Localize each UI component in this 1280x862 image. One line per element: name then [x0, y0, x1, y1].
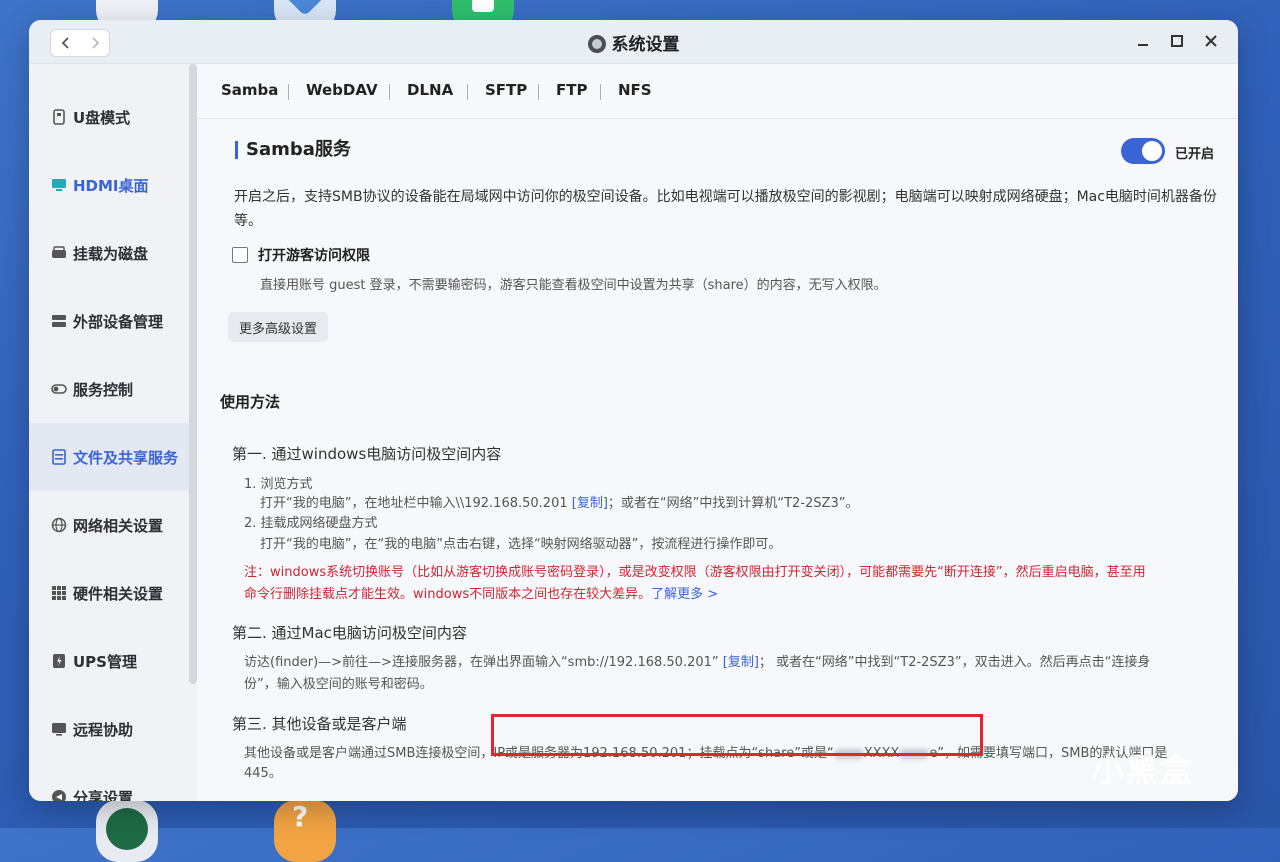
step1-a-text: 打开“我的电脑”，在地址栏中输入\\192.168.50.201 [复制]；或者… [260, 492, 858, 511]
learn-more-link[interactable]: 了解更多 > [651, 587, 718, 602]
sidebar-scrollbar[interactable] [189, 64, 197, 684]
toggle-knob [1142, 141, 1162, 161]
sidebar-item-ups[interactable]: UPS管理 [29, 627, 189, 695]
sidebar-item-label: 外部设备管理 [73, 312, 164, 331]
tab-divider [389, 84, 390, 100]
toggle-status-label: 已开启 [1175, 147, 1215, 162]
sidebar: U盘模式 HDMI桌面 挂载为磁盘 外部设备管理 服务控制 文件及共享服务 网络… [29, 64, 197, 801]
sidebar-item-remote-assist[interactable]: 远程协助 [29, 695, 189, 763]
main-content: Samba服务 已开启 开启之后，支持SMB协议的设备能在局域网中访问你的极空间… [197, 119, 1238, 801]
globe-icon [51, 517, 67, 533]
step1-a-title: 1. 浏览方式 [244, 477, 313, 492]
sidebar-item-label: 挂载为磁盘 [73, 244, 149, 263]
device-icon [52, 315, 66, 327]
sidebar-item-hardware[interactable]: 硬件相关设置 [29, 559, 189, 627]
minimize-button[interactable] [1134, 32, 1152, 50]
guest-access-checkbox[interactable] [232, 247, 248, 263]
sidebar-item-label: 网络相关设置 [73, 516, 164, 535]
grid-icon [52, 586, 66, 600]
step1-a-text-pre: 打开“我的电脑”，在地址栏中输入\\192.168.50.201 [260, 496, 572, 511]
copy-link[interactable]: [复制] [723, 655, 759, 670]
minimize-icon [1138, 44, 1148, 46]
step1-b-title: 2. 挂载成网络硬盘方式 [244, 516, 378, 531]
warning-line-2-text: 命令行删除挂载点才能生效。windows不同版本之间也存在较大差异。 [244, 587, 652, 602]
warning-note: 注：windows系统切换账号（比如从游客切换成账号密码登录），或是改变权限（游… [244, 562, 1224, 606]
samba-description: 开启之后，支持SMB协议的设备能在局域网中访问你的极空间设备。比如电视端可以播放… [234, 189, 1217, 229]
samba-service-toggle[interactable] [1121, 138, 1165, 164]
remote-icon [52, 723, 66, 736]
step2-text-2: 份”，输入极空间的账号和密码。 [244, 677, 433, 692]
step1-b-text: 打开“我的电脑”，在“我的电脑”点击右键，选择“映射网络驱动器”，按流程进行操作… [260, 537, 782, 552]
sidebar-item-label: U盘模式 [73, 108, 131, 127]
close-button[interactable] [1202, 32, 1220, 50]
window-controls [1134, 32, 1220, 50]
toggle-icon [51, 384, 67, 394]
power-icon [53, 654, 65, 668]
file-share-icon [52, 449, 66, 465]
share-icon [52, 790, 66, 801]
sidebar-item-label: HDMI桌面 [73, 176, 149, 195]
step2-text-post: ； 或者在“网络”中找到“T2-2SZ3”，双击进入。然后再点击“连接身 [758, 655, 1151, 670]
highlight-annotation-box [491, 714, 983, 756]
tab-sftp[interactable]: SFTP [485, 81, 527, 99]
sidebar-item-label: UPS管理 [73, 652, 137, 671]
tab-divider [467, 84, 468, 100]
step2-title: 第二. 通过Mac电脑访问极空间内容 [232, 624, 467, 642]
window-title-text: 系统设置 [611, 35, 680, 55]
watermark: 小黑盒 [1092, 751, 1195, 789]
samba-section-title: Samba服务 [235, 141, 351, 159]
sidebar-item-label: 分享设置 [73, 788, 134, 802]
desktop-app-icon[interactable] [274, 800, 336, 862]
sidebar-item-service-control[interactable]: 服务控制 [29, 355, 189, 423]
copy-link[interactable]: [复制] [572, 496, 608, 511]
tab-dlna[interactable]: DLNA [407, 81, 453, 99]
tab-divider [600, 84, 601, 100]
settings-window: 系统设置 U盘模式 HDMI桌面 挂载为磁盘 外部设备管理 服务控制 文件及共享… [29, 20, 1238, 801]
step1-title: 第一. 通过windows电脑访问极空间内容 [232, 445, 502, 463]
desktop-app-icon[interactable] [96, 800, 158, 862]
tab-webdav[interactable]: WebDAV [306, 81, 378, 99]
sidebar-item-mount-disk[interactable]: 挂载为磁盘 [29, 219, 189, 287]
monitor-icon [52, 179, 66, 191]
sidebar-item-label: 硬件相关设置 [73, 584, 164, 603]
sidebar-item-label: 服务控制 [73, 380, 134, 399]
close-icon [1205, 35, 1217, 47]
tab-nfs[interactable]: NFS [618, 81, 652, 99]
step3-title: 第三. 其他设备或是客户端 [232, 715, 407, 733]
step2-text: 访达(finder)—>前往—>连接服务器，在弹出界面输入“smb://192.… [244, 651, 1150, 670]
tab-bar: Samba WebDAV DLNA SFTP FTP NFS [197, 64, 1238, 119]
sidebar-item-usb-mode[interactable]: U盘模式 [29, 83, 189, 151]
maximize-button[interactable] [1168, 32, 1186, 50]
tab-divider [288, 84, 289, 100]
sidebar-item-file-share[interactable]: 文件及共享服务 [29, 423, 189, 491]
sidebar-item-hdmi[interactable]: HDMI桌面 [29, 151, 189, 219]
sidebar-item-label: 远程协助 [73, 720, 134, 739]
advanced-settings-button[interactable]: 更多高级设置 [228, 312, 328, 342]
usb-drive-icon [53, 109, 65, 125]
maximize-icon [1171, 35, 1183, 47]
sidebar-item-label: 文件及共享服务 [73, 448, 179, 467]
window-title: 系统设置 [29, 30, 1238, 55]
title-bar: 系统设置 [29, 20, 1238, 64]
warning-line-1: 注：windows系统切换账号（比如从游客切换成账号密码登录），或是改变权限（游… [244, 565, 1146, 580]
settings-app-icon [587, 35, 606, 53]
sidebar-item-external-devices[interactable]: 外部设备管理 [29, 287, 189, 355]
warning-line-2: 命令行删除挂载点才能生效。windows不同版本之间也存在较大差异。了解更多 > [244, 584, 1224, 606]
tab-ftp[interactable]: FTP [556, 81, 587, 99]
usage-title: 使用方法 [220, 393, 281, 411]
step1-a-text-post: ；或者在“网络”中找到计算机“T2-2SZ3”。 [607, 496, 859, 511]
tab-samba[interactable]: Samba [221, 81, 278, 99]
tab-divider [538, 84, 539, 100]
step3-text-2: 445。 [244, 766, 282, 781]
sidebar-item-network[interactable]: 网络相关设置 [29, 491, 189, 559]
guest-access-label[interactable]: 打开游客访问权限 [258, 245, 370, 265]
disk-icon [52, 246, 66, 258]
step2-text-pre: 访达(finder)—>前往—>连接服务器，在弹出界面输入“smb://192.… [244, 655, 723, 670]
guest-access-description: 直接用账号 guest 登录，不需要输密码，游客只能查看极空间中设置为共享（sh… [260, 278, 887, 293]
sidebar-item-share-settings[interactable]: 分享设置 [29, 763, 189, 801]
